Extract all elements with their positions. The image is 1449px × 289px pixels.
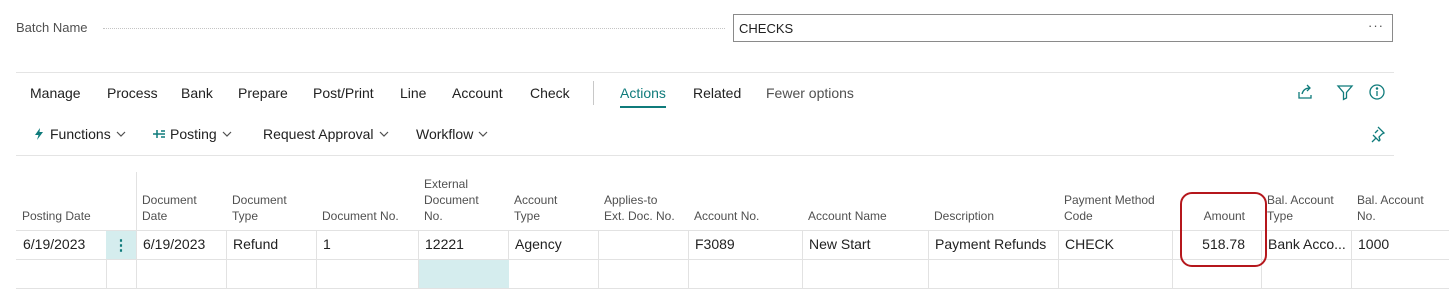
request-approval-menu[interactable]: Request Approval xyxy=(263,126,389,142)
col-header-amount[interactable]: Amount xyxy=(1172,172,1261,230)
action-bar: Manage Process Bank Prepare Post/Print L… xyxy=(16,72,1394,156)
chevron-down-icon xyxy=(222,129,232,139)
col-header-payment-method-code[interactable]: Payment Method Code xyxy=(1058,172,1172,230)
post-icon xyxy=(152,127,166,141)
cell-description[interactable]: Payment Refunds xyxy=(928,230,1058,259)
filter-icon[interactable] xyxy=(1336,83,1354,101)
cell-payment-method-code[interactable]: CHECK xyxy=(1058,230,1172,259)
cell-account-name[interactable]: New Start xyxy=(802,230,928,259)
workflow-label: Workflow xyxy=(416,126,474,142)
col-header-bal-account-no[interactable]: Bal. Account No. xyxy=(1351,172,1449,230)
tab-actions[interactable]: Actions xyxy=(620,85,666,108)
col-header-account-name[interactable]: Account Name xyxy=(802,172,928,230)
request-approval-label: Request Approval xyxy=(263,126,374,142)
pin-icon[interactable] xyxy=(1368,125,1386,143)
batch-name-row: Batch Name CHECKS ··· xyxy=(0,0,1449,56)
tab-process[interactable]: Process xyxy=(107,85,158,101)
col-header-applies-to-ext-doc-no[interactable]: Applies-to Ext. Doc. No. xyxy=(598,172,688,230)
grid-line xyxy=(136,172,137,230)
grid-line xyxy=(16,259,1449,260)
cell-amount[interactable]: 518.78 xyxy=(1172,230,1261,259)
chevron-down-icon xyxy=(116,129,126,139)
tab-check[interactable]: Check xyxy=(530,85,570,101)
col-header-posting-date[interactable]: Posting Date xyxy=(16,172,106,230)
tab-bank[interactable]: Bank xyxy=(181,85,213,101)
cell-external-document-no[interactable]: 12221 xyxy=(418,230,508,259)
cell-document-no[interactable]: 1 xyxy=(316,230,418,259)
tab-manage[interactable]: Manage xyxy=(30,85,81,101)
col-header-account-no[interactable]: Account No. xyxy=(688,172,802,230)
cell-posting-date[interactable]: 6/19/2023 xyxy=(16,230,106,259)
chevron-down-icon xyxy=(478,129,488,139)
journal-lines-grid: Posting Date Document Date Document Type… xyxy=(16,172,1449,289)
col-header-document-date[interactable]: Document Date xyxy=(136,172,226,230)
col-header-description[interactable]: Description xyxy=(928,172,1058,230)
cell-document-date[interactable]: 6/19/2023 xyxy=(136,230,226,259)
cell-bal-account-no[interactable]: 1000 xyxy=(1351,230,1449,259)
chevron-down-icon xyxy=(379,129,389,139)
posting-menu[interactable]: Posting xyxy=(152,126,232,142)
col-header-document-no[interactable]: Document No. xyxy=(316,172,418,230)
lightning-icon xyxy=(32,127,46,141)
col-header-external-document-no[interactable]: External Document No. xyxy=(418,172,508,230)
batch-name-value: CHECKS xyxy=(739,21,794,36)
tab-separator xyxy=(593,81,594,105)
batch-name-field[interactable]: CHECKS ··· xyxy=(733,14,1393,42)
cell-bal-account-type[interactable]: Bank Acco... xyxy=(1261,230,1351,259)
new-line-external-document-no-cell[interactable] xyxy=(419,260,509,288)
tab-related[interactable]: Related xyxy=(693,85,741,101)
fewer-options-button[interactable]: Fewer options xyxy=(766,85,854,101)
functions-label: Functions xyxy=(50,126,111,142)
cell-account-no[interactable]: F3089 xyxy=(688,230,802,259)
tab-account[interactable]: Account xyxy=(452,85,503,101)
tab-prepare[interactable]: Prepare xyxy=(238,85,288,101)
cell-account-type[interactable]: Agency xyxy=(508,230,598,259)
batch-name-leader-dots xyxy=(103,28,725,29)
col-header-document-type[interactable]: Document Type xyxy=(226,172,316,230)
posting-label: Posting xyxy=(170,126,217,142)
share-icon[interactable] xyxy=(1296,83,1314,101)
batch-name-label: Batch Name xyxy=(16,20,88,35)
row-actions-button[interactable]: ⋮ xyxy=(106,231,136,259)
workflow-menu[interactable]: Workflow xyxy=(416,126,488,142)
tab-line[interactable]: Line xyxy=(400,85,426,101)
functions-menu[interactable]: Functions xyxy=(32,126,126,142)
col-header-account-type[interactable]: Account Type xyxy=(508,172,598,230)
info-icon[interactable] xyxy=(1368,83,1386,101)
batch-name-lookup-button[interactable]: ··· xyxy=(1368,18,1384,33)
tab-post-print[interactable]: Post/Print xyxy=(313,85,374,101)
cell-applies-to-ext-doc-no[interactable] xyxy=(598,230,688,259)
cell-document-type[interactable]: Refund xyxy=(226,230,316,259)
col-header-bal-account-type[interactable]: Bal. Account Type xyxy=(1261,172,1351,230)
